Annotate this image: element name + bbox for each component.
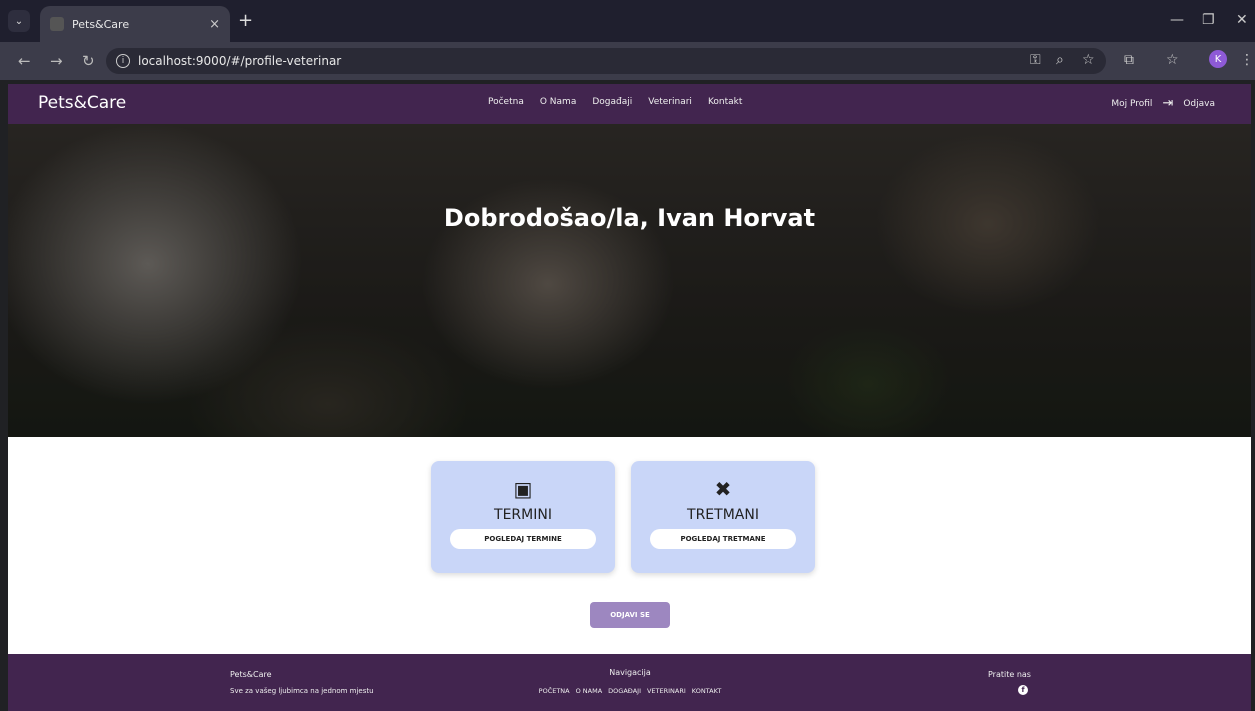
new-tab-button[interactable]: + (238, 12, 253, 30)
hero-banner: Dobrodošao/la, Ivan Horvat (8, 124, 1251, 437)
footer-nav-links: POČETNA O NAMA DOGAĐAJI VETERINARI KONTA… (520, 687, 740, 695)
url-field[interactable]: i localhost:9000/#/profile-veterinar (106, 48, 1106, 74)
view-treatments-button[interactable]: POGLEDAJ TRETMANE (650, 529, 796, 549)
back-icon[interactable]: ← (18, 52, 31, 70)
footer-tagline: Sve za vašeg ljubimca na jednom mjestu (230, 687, 374, 695)
restore-icon[interactable]: ❐ (1202, 12, 1215, 28)
bandage-icon: ✖ (714, 477, 732, 501)
logout-icon[interactable]: ⇥ (1162, 96, 1173, 111)
tab-title: Pets&Care (72, 17, 130, 31)
footer-nav-section: Navigacija POČETNA O NAMA DOGAĐAJI VETER… (520, 668, 740, 695)
minimize-icon[interactable]: — (1170, 12, 1184, 28)
nav-link-o-nama[interactable]: O Nama (540, 97, 576, 107)
url-text: localhost:9000/#/profile-veterinar (138, 54, 342, 68)
extensions-icon[interactable]: ⧉ (1124, 52, 1134, 68)
nav-link-pocetna[interactable]: Početna (488, 97, 524, 107)
main-nav: Početna O Nama Događaji Veterinari Konta… (488, 97, 742, 107)
browser-window: ⌄ Pets&Care × + — ❐ ✕ ← → ↻ i localhost:… (0, 0, 1255, 711)
card-title: TRETMANI (687, 507, 759, 523)
reload-icon[interactable]: ↻ (82, 52, 95, 70)
card-termini: ▣ TERMINI POGLEDAJ TERMINE (431, 461, 615, 573)
nav-link-dogadaji[interactable]: Događaji (592, 97, 632, 107)
menu-icon[interactable]: ⋮ (1240, 52, 1254, 68)
footer-brand-section: Pets&Care Sve za vašeg ljubimca na jedno… (230, 670, 374, 695)
site-info-icon[interactable]: i (116, 54, 130, 68)
footer-link-veterinari[interactable]: VETERINARI (647, 687, 686, 695)
bookmarks-icon[interactable]: ☆ (1166, 52, 1179, 68)
card-title: TERMINI (494, 507, 552, 523)
card-tretmani: ✖ TRETMANI POGLEDAJ TRETMANE (631, 461, 815, 573)
footer-brand: Pets&Care (230, 670, 272, 679)
tab-close-icon[interactable]: × (209, 17, 220, 32)
site-navbar: Pets&Care Početna O Nama Događaji Veteri… (8, 84, 1251, 124)
site-footer: Pets&Care Sve za vašeg ljubimca na jedno… (8, 654, 1251, 711)
nav-user-area: Moj Profil ⇥ Odjava (1111, 96, 1215, 111)
calendar-icon: ▣ (513, 477, 533, 501)
tab-search-button[interactable]: ⌄ (8, 10, 30, 32)
facebook-icon[interactable]: f (1018, 685, 1028, 695)
footer-link-dogadaji[interactable]: DOGAĐAJI (608, 687, 641, 695)
zoom-icon[interactable]: ⌕ (1056, 52, 1064, 68)
dashboard-cards: ▣ TERMINI POGLEDAJ TERMINE ✖ TRETMANI PO… (431, 461, 815, 573)
footer-link-kontakt[interactable]: KONTAKT (692, 687, 722, 695)
site-logo[interactable]: Pets&Care (38, 93, 126, 113)
footer-link-pocetna[interactable]: POČETNA (539, 687, 570, 695)
view-appointments-button[interactable]: POGLEDAJ TERMINE (450, 529, 596, 549)
browser-tab[interactable]: Pets&Care × (40, 6, 230, 42)
profile-avatar[interactable]: K (1209, 50, 1227, 68)
footer-follow-title: Pratite nas (988, 670, 1031, 679)
logout-link[interactable]: Odjava (1183, 99, 1215, 109)
welcome-title: Dobrodošao/la, Ivan Horvat (443, 204, 816, 232)
footer-nav-title: Navigacija (609, 668, 651, 677)
page-content: Pets&Care Početna O Nama Događaji Veteri… (8, 84, 1251, 711)
close-window-icon[interactable]: ✕ (1236, 12, 1248, 28)
favicon-icon (50, 17, 64, 31)
footer-link-o-nama[interactable]: O NAMA (576, 687, 603, 695)
forward-icon[interactable]: → (50, 52, 63, 70)
bookmark-star-icon[interactable]: ☆ (1082, 52, 1095, 68)
nav-link-veterinari[interactable]: Veterinari (648, 97, 692, 107)
address-bar: ← → ↻ i localhost:9000/#/profile-veterin… (0, 42, 1255, 80)
nav-link-kontakt[interactable]: Kontakt (708, 97, 742, 107)
logout-button[interactable]: ODJAVI SE (590, 602, 670, 628)
tab-bar: ⌄ Pets&Care × + — ❐ ✕ (0, 0, 1255, 42)
password-key-icon[interactable]: ⚿ (1030, 52, 1041, 68)
my-profile-link[interactable]: Moj Profil (1111, 99, 1152, 109)
footer-social-section: Pratite nas f (988, 670, 1031, 695)
